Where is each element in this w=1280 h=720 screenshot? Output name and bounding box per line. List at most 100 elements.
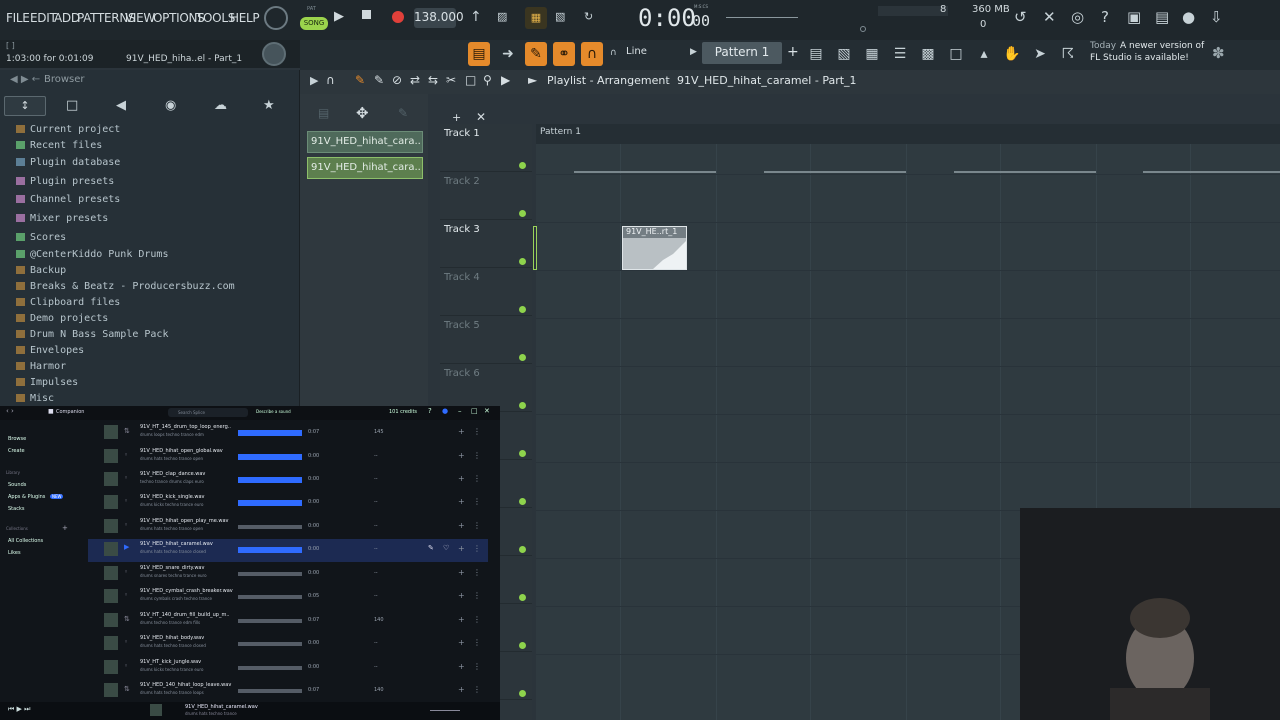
track-enable-led[interactable]: [519, 546, 526, 553]
sample-row[interactable]: ◦ 91V_HED_hihat_open_global.wav drums hats…: [88, 446, 488, 469]
help-circle-icon[interactable]: ?: [428, 407, 432, 415]
track-header-5[interactable]: Track 5: [440, 316, 532, 364]
export-icon[interactable]: ▤: [1155, 8, 1169, 26]
tempo-display[interactable]: 138.000: [414, 8, 464, 28]
add-icon[interactable]: +: [458, 638, 465, 647]
menu-edit[interactable]: EDIT: [30, 11, 57, 25]
pencil-tool-icon[interactable]: ✎: [355, 73, 365, 87]
more-icon[interactable]: ⋮: [473, 544, 481, 553]
pattern-selector[interactable]: Pattern 1: [702, 42, 782, 64]
menu-add[interactable]: ADD: [54, 11, 80, 25]
more-icon[interactable]: ⋮: [473, 451, 481, 460]
paint-tool-icon[interactable]: ✎: [374, 73, 384, 87]
playback-tool-icon[interactable]: ▶: [501, 73, 510, 87]
browser-item-breaks-beatz[interactable]: Breaks & Beatz - Producersbuzz.com: [16, 281, 235, 292]
add-icon[interactable]: +: [458, 521, 465, 530]
player-transport-icon[interactable]: ⏮ ▶ ⏭: [8, 705, 30, 714]
plugin-icon[interactable]: ▴: [973, 42, 995, 66]
more-icon[interactable]: ⋮: [473, 662, 481, 671]
sample-row[interactable]: ◦ 91V_HED_cymbal_crash_breaker.wav drums c…: [88, 586, 488, 609]
undo-icon[interactable]: ↺: [1014, 8, 1027, 26]
add-icon[interactable]: +: [458, 474, 465, 483]
close-icon[interactable]: ✕: [484, 407, 490, 415]
add-icon[interactable]: +: [458, 544, 465, 553]
track-enable-led[interactable]: [519, 210, 526, 217]
nav-sounds[interactable]: Sounds: [8, 482, 26, 488]
sample-row[interactable]: ◦ 91V_HED_hihat_body.wav drums hats techno…: [88, 633, 488, 656]
add-icon[interactable]: +: [458, 662, 465, 671]
pattern-1-block[interactable]: [574, 171, 716, 173]
browser-cloud-icon[interactable]: ☁: [214, 98, 227, 113]
maximize-icon[interactable]: □: [471, 407, 478, 415]
menu-help[interactable]: HELP: [230, 11, 260, 25]
browser-item-mixer-presets[interactable]: Mixer presets: [16, 213, 108, 224]
browser-item-dnb-pack[interactable]: Drum N Bass Sample Pack: [16, 329, 168, 340]
stop-icon[interactable]: [362, 10, 371, 19]
timeline-ruler[interactable]: Pattern 1: [536, 124, 1280, 144]
track-enable-led[interactable]: [519, 450, 526, 457]
track-header-3[interactable]: Track 3: [440, 220, 532, 268]
zoom-tool-icon[interactable]: ⚲: [483, 73, 492, 87]
arrow-right-icon[interactable]: ➜: [497, 42, 519, 66]
add-icon[interactable]: +: [458, 615, 465, 624]
browser-plugins-icon[interactable]: ◀: [116, 98, 126, 113]
sample-row[interactable]: ◦ 91V_HED_clap_dance.wav techno trance dru…: [88, 469, 488, 492]
magnet-icon[interactable]: ∩: [326, 73, 335, 87]
countdown-icon[interactable]: ▦: [525, 7, 547, 29]
track-enable-led[interactable]: [519, 498, 526, 505]
browser-item-punk-drums[interactable]: @CenterKiddo Punk Drums: [16, 249, 168, 260]
mute-tool-icon[interactable]: ⇄: [410, 73, 420, 87]
player-volume-slider[interactable]: [430, 710, 460, 711]
snap-magnet-icon[interactable]: ∩: [610, 48, 617, 58]
more-icon[interactable]: ⋮: [473, 591, 481, 600]
track-header-4[interactable]: Track 4: [440, 268, 532, 316]
play-sample-icon[interactable]: ▶: [124, 543, 129, 551]
playhead-selection[interactable]: [533, 226, 537, 270]
browser-item-plugin-database[interactable]: Plugin database: [16, 157, 120, 168]
draw-tool-icon[interactable]: ✎: [525, 42, 547, 66]
nav-all-collections[interactable]: All Collections: [8, 538, 43, 544]
pattern-item-2[interactable]: 91V_HED_hihat_cara..: [307, 157, 423, 179]
track-enable-led[interactable]: [519, 690, 526, 697]
browser-nav-arrows-icon[interactable]: ◀ ▶ ←: [10, 74, 40, 85]
remove-track-icon[interactable]: ✕: [476, 110, 486, 124]
add-icon[interactable]: +: [458, 568, 465, 577]
metronome-icon[interactable]: ↑: [470, 9, 482, 25]
splice-account-icon[interactable]: ●: [442, 407, 448, 415]
master-pitch-slider[interactable]: [726, 17, 798, 18]
mixer-icon[interactable]: ☰: [889, 42, 911, 66]
minimize-icon[interactable]: –: [458, 407, 462, 415]
cart-icon[interactable]: ☈: [1057, 42, 1079, 66]
routing-icon[interactable]: ▩: [917, 42, 939, 66]
menu-view[interactable]: VIEW: [125, 11, 155, 25]
chat-icon[interactable]: ●: [1182, 8, 1195, 26]
snap-mode[interactable]: Line: [626, 46, 647, 57]
playlist-view-icon[interactable]: ▤: [468, 42, 490, 66]
browser-item-misc[interactable]: Misc: [16, 393, 54, 404]
browser-favorites-icon[interactable]: ★: [263, 98, 275, 113]
save-icon[interactable]: ▣: [1127, 8, 1141, 26]
pattern-1-block[interactable]: [764, 171, 906, 173]
play-icon[interactable]: ▶: [334, 9, 344, 24]
nav-create[interactable]: Create: [8, 448, 25, 454]
track-enable-led[interactable]: [519, 306, 526, 313]
track-header-6[interactable]: Track 6: [440, 364, 532, 412]
magnet-snap-icon[interactable]: ∩: [581, 42, 603, 66]
browser-item-envelopes[interactable]: Envelopes: [16, 345, 84, 356]
slice-tool-icon[interactable]: ✂: [446, 73, 456, 87]
menu-file[interactable]: FILE: [6, 11, 30, 25]
sample-row[interactable]: ◦ 91V_HT_kick_jungle.wav drums kicks techn…: [88, 657, 488, 680]
browser-item-clipboard-files[interactable]: Clipboard files: [16, 297, 120, 308]
track-enable-led[interactable]: [519, 594, 526, 601]
news-line2[interactable]: FL Studio is available!: [1090, 53, 1189, 63]
track-header-1[interactable]: Track 1: [440, 124, 532, 172]
record-icon[interactable]: [392, 11, 404, 23]
add-icon[interactable]: +: [458, 685, 465, 694]
browser-world-icon[interactable]: ◉: [165, 98, 176, 113]
nav-back-icon[interactable]: ‹ ›: [6, 407, 14, 415]
track-header-2[interactable]: Track 2: [440, 172, 532, 220]
nav-apps-plugins[interactable]: Apps & Plugins: [8, 494, 45, 500]
sample-row-selected[interactable]: ▶ 91V_HED_hihat_caramel.wav drums hats tec…: [88, 539, 488, 562]
playlist-icon[interactable]: ▤: [805, 42, 827, 66]
tag-icon[interactable]: ✎: [428, 544, 434, 552]
